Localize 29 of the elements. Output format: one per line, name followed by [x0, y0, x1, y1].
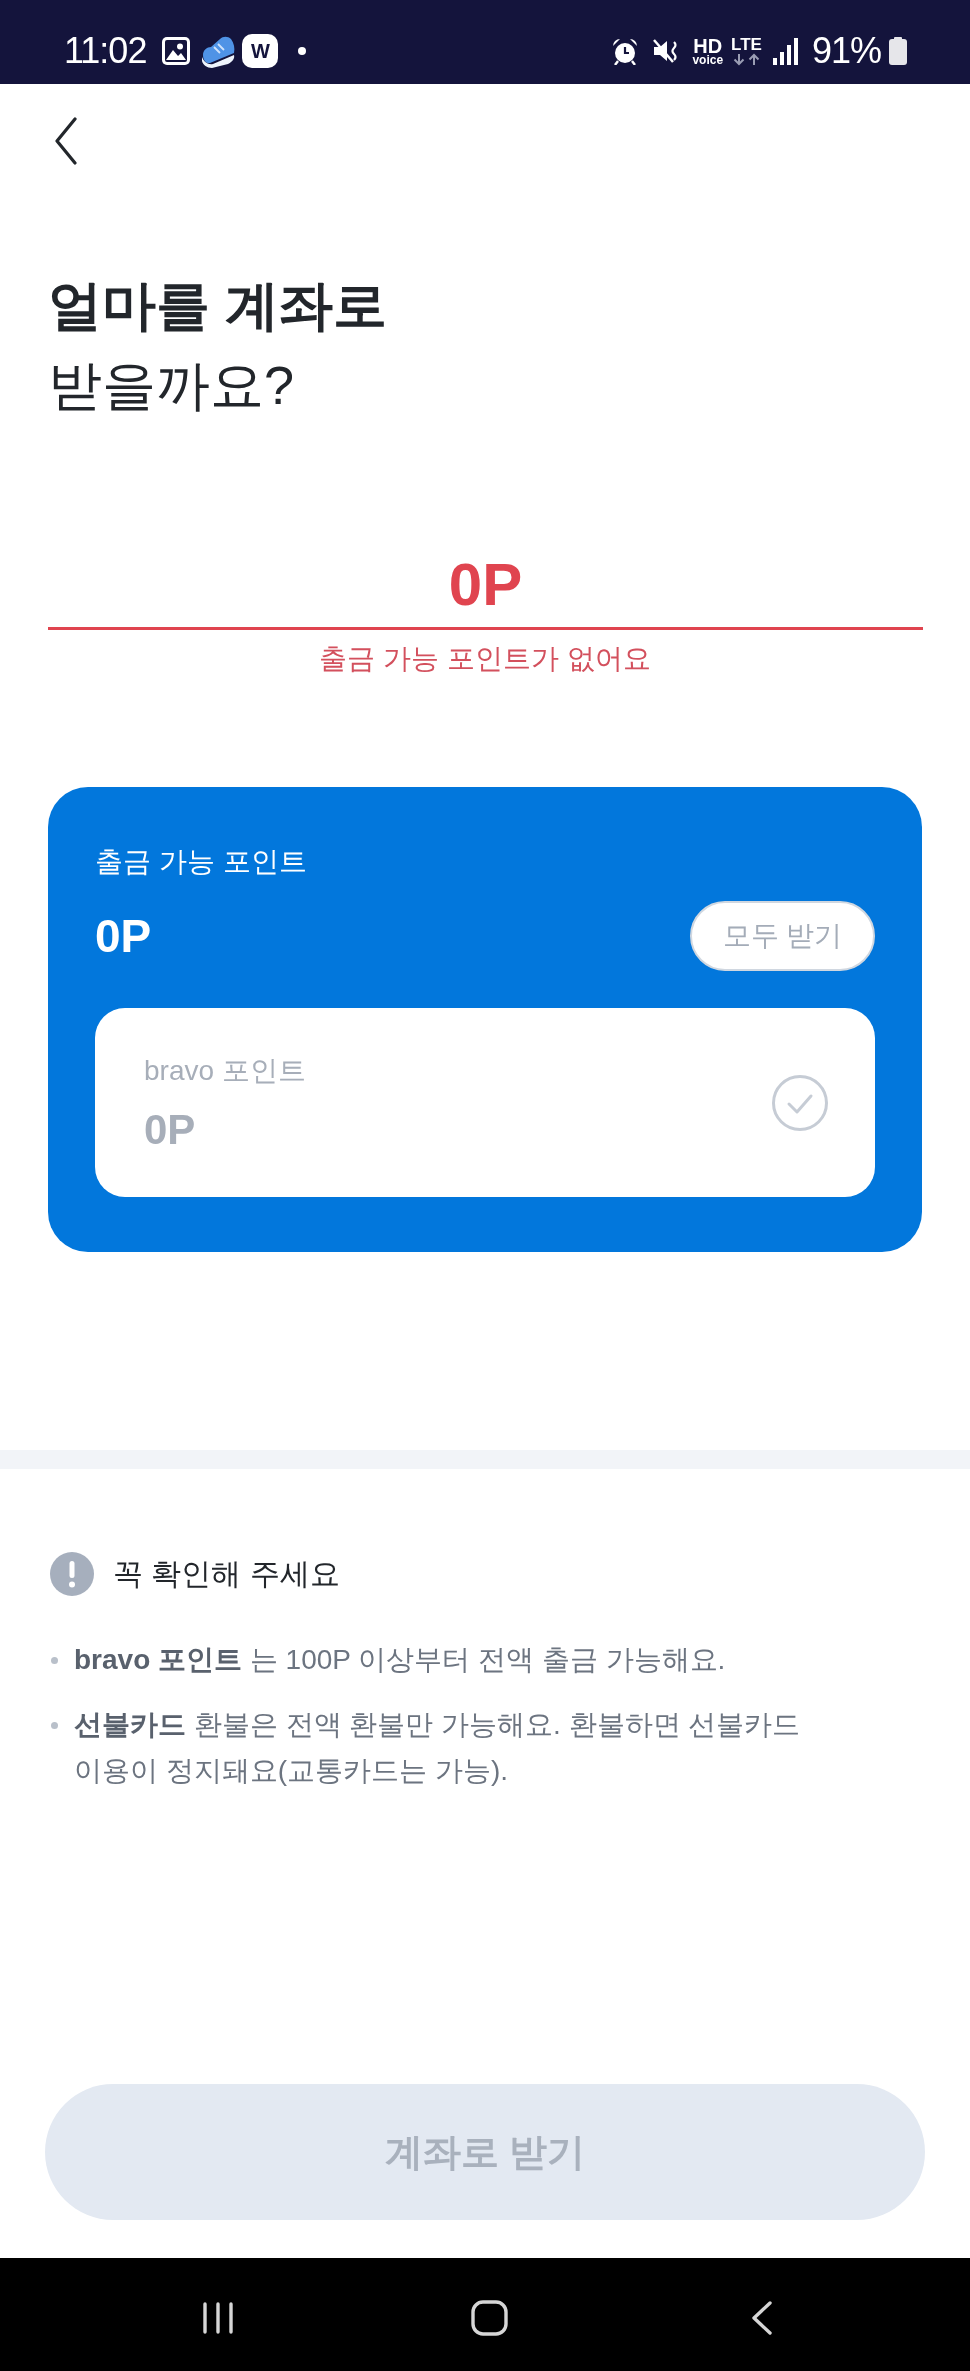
alarm-icon: [612, 37, 639, 65]
home-icon[interactable]: [471, 2300, 508, 2336]
amount-field[interactable]: 0P: [48, 549, 923, 630]
hd-label: HD: [693, 36, 723, 55]
battery-percent: 91%: [811, 31, 881, 71]
bullet-icon: [51, 1657, 58, 1664]
app-logo: W: [242, 34, 279, 68]
bullet-icon: [51, 1722, 58, 1729]
point-source-name: bravo 포인트: [144, 1053, 306, 1088]
recent-apps-icon[interactable]: [201, 2301, 235, 2335]
network-type-label: LTE: [731, 36, 762, 53]
point-source-amount: 0P: [144, 1104, 196, 1155]
available-points-total: 0P: [95, 909, 152, 964]
signal-icon: [772, 37, 799, 65]
error-message: 출금 가능 포인트가 없어요: [318, 642, 652, 676]
page-title: 얼마를 계좌로 받을까요?: [48, 274, 388, 417]
notice-title: 꼭 확인해 주세요: [113, 1556, 340, 1592]
status-time: 11:02: [64, 31, 147, 71]
data-arrows-icon: [732, 52, 761, 66]
notice-text: 선불카드 환불은 전액 환불만 가능해요. 환불하면 선불카드 이용이 정지돼요(교통카드는 가능).: [74, 1708, 802, 1788]
notice-text: bravo 포인트 는 100P 이상부터 전액 출금 가능해요.: [74, 1643, 727, 1677]
battery-icon: [889, 37, 907, 65]
available-points-label: 출금 가능 포인트: [95, 845, 308, 879]
back-icon[interactable]: [54, 117, 78, 165]
notification-dot-icon: [298, 47, 307, 55]
voice-label: voice: [692, 54, 724, 66]
image-icon: [162, 37, 191, 65]
alert-icon: [50, 1552, 94, 1596]
sneaker-icon: [200, 34, 237, 68]
